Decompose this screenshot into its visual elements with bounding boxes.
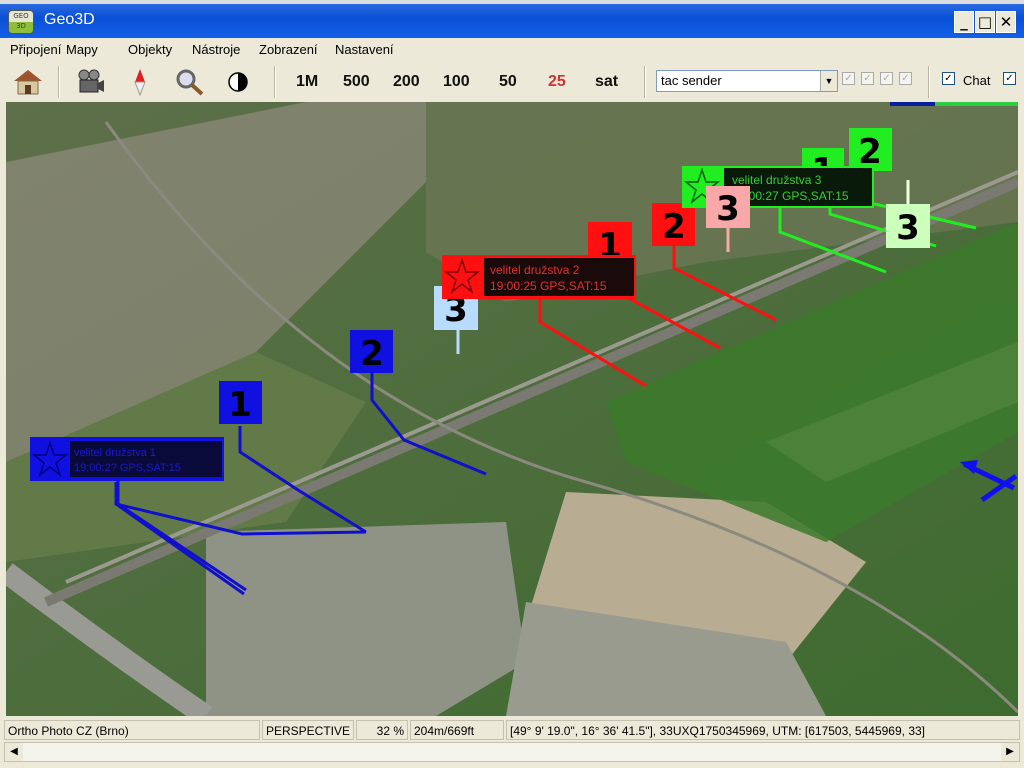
chevron-down-icon[interactable]: ▼ bbox=[820, 71, 837, 91]
maximize-button[interactable]: □ bbox=[975, 11, 995, 33]
home-icon bbox=[14, 70, 42, 95]
chat-checkbox[interactable]: ✓ bbox=[942, 72, 955, 85]
marker-number: 1 bbox=[228, 385, 252, 425]
scale-1m-button[interactable]: 1M bbox=[296, 73, 318, 91]
home-button[interactable] bbox=[10, 66, 46, 98]
label-line1: velitel družstva 1 bbox=[74, 447, 156, 459]
arrow-right-icon: ▶ bbox=[1006, 746, 1014, 757]
compass-icon bbox=[134, 69, 146, 96]
compass-button[interactable] bbox=[126, 66, 154, 98]
magnifier-icon bbox=[176, 69, 204, 96]
disabled-checkbox-3: ✓ bbox=[880, 72, 893, 85]
map-view[interactable]: velitel družstva 1 19:00:2? GPS,SAT:15 1… bbox=[6, 102, 1018, 716]
scale-25-button[interactable]: 25 bbox=[548, 73, 566, 91]
app-icon: GEO 3D bbox=[8, 10, 34, 34]
scroll-right-button[interactable]: ▶ bbox=[1001, 743, 1019, 761]
scale-50-button[interactable]: 50 bbox=[499, 73, 517, 91]
sender-combo[interactable]: tac sender ▼ bbox=[656, 70, 838, 92]
label-line1: velitel družstva 2 bbox=[490, 263, 580, 277]
camera-icon bbox=[78, 69, 104, 93]
map-canvas[interactable]: velitel družstva 1 19:00:2? GPS,SAT:15 1… bbox=[6, 102, 1018, 716]
window-title: Geo3D bbox=[44, 11, 95, 28]
progress-segment-blue bbox=[890, 102, 935, 106]
close-button[interactable]: ✕ bbox=[996, 11, 1016, 33]
menu-bar: Připojení Mapy Objekty Nástroje Zobrazen… bbox=[0, 38, 1024, 62]
status-progress-bar bbox=[890, 102, 1018, 106]
scale-sat-button[interactable]: sat bbox=[595, 73, 618, 91]
marker-number: 3 bbox=[896, 208, 920, 248]
label-line2: 19:00:2? GPS,SAT:15 bbox=[74, 462, 181, 474]
extra-checkbox[interactable]: ✓ bbox=[1003, 72, 1016, 85]
toolbar-separator bbox=[274, 66, 276, 98]
arrow-left-icon: ◀ bbox=[10, 746, 18, 757]
toolbar: 1M 500 200 100 50 25 sat tac sender ▼ ✓ … bbox=[0, 62, 1024, 102]
industrial-area bbox=[206, 522, 526, 716]
view-mode-status: PERSPECTIVE bbox=[262, 720, 354, 740]
unit-marker[interactable]: 2 bbox=[350, 330, 393, 374]
marker-number: 3 bbox=[716, 189, 740, 229]
label-line2: 19:00:25 GPS,SAT:15 bbox=[490, 279, 607, 293]
marker-number: 2 bbox=[360, 334, 384, 374]
horizontal-scrollbar[interactable]: ◀ ▶ bbox=[4, 742, 1020, 762]
menu-zobrazeni[interactable]: Zobrazení bbox=[259, 42, 318, 57]
menu-nastaveni[interactable]: Nastavení bbox=[335, 42, 394, 57]
map-source-status: Ortho Photo CZ (Brno) bbox=[4, 720, 260, 740]
disabled-checkbox-4: ✓ bbox=[899, 72, 912, 85]
unit-marker[interactable]: 1 bbox=[219, 381, 262, 425]
sender-combo-value: tac sender bbox=[661, 73, 722, 88]
scale-100-button[interactable]: 100 bbox=[443, 73, 470, 91]
disabled-checkbox-1: ✓ bbox=[842, 72, 855, 85]
toolbar-separator bbox=[58, 66, 60, 98]
altitude-status: 204m/669ft bbox=[410, 720, 504, 740]
title-bar: GEO 3D Geo3D _ □ ✕ bbox=[0, 0, 1024, 38]
disabled-checkbox-2: ✓ bbox=[861, 72, 874, 85]
minimize-button[interactable]: _ bbox=[954, 11, 974, 33]
scale-200-button[interactable]: 200 bbox=[393, 73, 420, 91]
zoom-status: 32 % bbox=[356, 720, 408, 740]
menu-pripojeni[interactable]: Připojení bbox=[10, 42, 61, 57]
status-bar: Ortho Photo CZ (Brno) PERSPECTIVE 32 % 2… bbox=[0, 718, 1024, 742]
zoom-button[interactable] bbox=[172, 66, 208, 98]
scale-500-button[interactable]: 500 bbox=[343, 73, 370, 91]
coordinates-status: [49° 9' 19.0", 16° 36' 41.5"], 33UXQ1750… bbox=[506, 720, 1020, 740]
chat-label: Chat bbox=[963, 73, 991, 88]
contrast-button[interactable] bbox=[222, 66, 254, 98]
menu-objekty[interactable]: Objekty bbox=[128, 42, 172, 57]
marker-number: 2 bbox=[662, 207, 686, 247]
contrast-icon bbox=[228, 72, 248, 92]
label-line1: velitel družstva 3 bbox=[732, 173, 822, 187]
squad-leader-label[interactable]: velitel družstva 2 19:00:25 GPS,SAT:15 bbox=[442, 255, 636, 299]
unit-marker[interactable]: 2 bbox=[849, 128, 892, 172]
squad-leader-label[interactable]: velitel družstva 1 19:00:2? GPS,SAT:15 bbox=[30, 437, 224, 481]
progress-segment-green bbox=[935, 102, 1018, 106]
camera-button[interactable] bbox=[72, 66, 108, 98]
toolbar-separator bbox=[928, 66, 930, 98]
scroll-left-button[interactable]: ◀ bbox=[5, 743, 23, 761]
menu-mapy[interactable]: Mapy bbox=[66, 42, 98, 57]
unit-marker[interactable]: 2 bbox=[652, 203, 695, 247]
toolbar-separator bbox=[644, 66, 646, 98]
menu-nastroje[interactable]: Nástroje bbox=[192, 42, 240, 57]
